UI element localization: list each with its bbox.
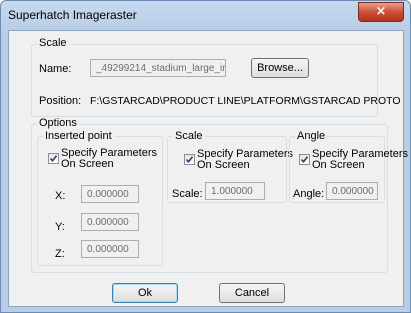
cancel-button[interactable]: Cancel (219, 283, 285, 303)
y-field[interactable]: 0.000000 (81, 213, 139, 231)
scale-label: Scale: (172, 188, 203, 200)
angle-label: Angle: (293, 188, 325, 200)
title-bar[interactable]: Superhatch Imageraster × (1, 1, 410, 29)
close-button[interactable]: × (358, 2, 404, 22)
scale-field[interactable]: 1.000000 (205, 182, 265, 200)
dialog-client-area: Scale Name: _49299214_stadium_large_imag… (8, 30, 408, 307)
browse-button[interactable]: Browse... (251, 58, 309, 78)
angle-field[interactable]: 0.000000 (326, 182, 378, 200)
inserted-point-legend: Inserted point (43, 130, 114, 142)
x-label: X: (55, 190, 66, 202)
position-value: F:\GSTARCAD\PRODUCT LINE\PLATFORM\GSTARC… (90, 95, 401, 107)
checkmark-icon (185, 156, 194, 164)
angle-specify-checkbox[interactable] (299, 154, 310, 165)
scale-checkbox-label-2: On Screen (197, 159, 250, 171)
scale-group-legend: Scale (37, 37, 69, 49)
checkmark-icon (49, 155, 58, 163)
close-icon: × (375, 4, 387, 19)
z-field[interactable]: 0.000000 (81, 240, 139, 258)
name-label: Name: (39, 63, 72, 75)
position-label: Position: (39, 95, 82, 107)
angle-legend: Angle (295, 130, 328, 142)
inserted-point-checkbox-label-2: On Screen (61, 158, 114, 170)
name-field[interactable]: _49299214_stadium_large_image (90, 59, 226, 77)
scale-specify-checkbox[interactable] (184, 154, 195, 165)
angle-checkbox-label-2: On Screen (312, 159, 365, 171)
options-scale-legend: Scale (173, 130, 205, 142)
x-field[interactable]: 0.000000 (81, 185, 139, 203)
dialog-window: Superhatch Imageraster × Scale Name: _49… (0, 0, 411, 313)
checkmark-icon (300, 156, 309, 164)
inserted-point-specify-checkbox[interactable] (48, 153, 59, 164)
ok-button[interactable]: Ok (112, 283, 178, 303)
y-label: Y: (55, 221, 65, 233)
options-group-legend: Options (37, 117, 79, 129)
window-title: Superhatch Imageraster (8, 8, 137, 22)
z-label: Z: (55, 248, 65, 260)
